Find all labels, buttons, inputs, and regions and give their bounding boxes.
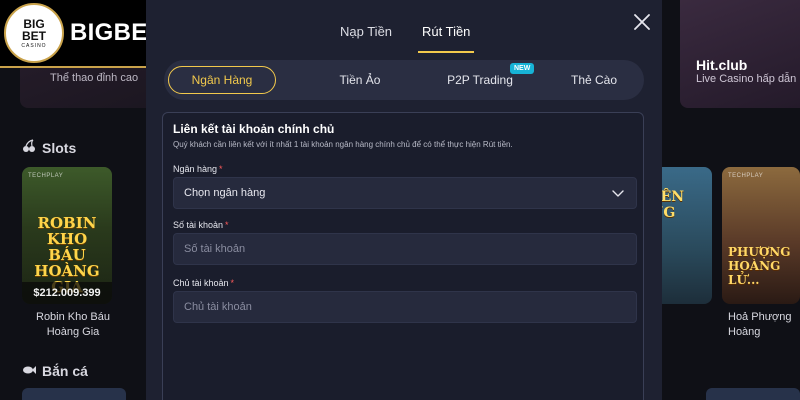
account-holder-field-wrap bbox=[173, 291, 637, 323]
section-title-slots: Slots bbox=[22, 139, 76, 156]
required-mark: * bbox=[230, 278, 235, 288]
bg-card-hitclub-title: Hit.club bbox=[696, 57, 748, 73]
account-number-field-wrap bbox=[173, 233, 637, 265]
fish-icon bbox=[22, 364, 36, 379]
ban-ca-tile[interactable] bbox=[22, 388, 126, 400]
bg-card-sports-subtitle: Thể thao đỉnh cao bbox=[50, 72, 139, 84]
account-number-label: Số tài khoản * bbox=[173, 220, 229, 230]
logo-badge-line1: BIG bbox=[23, 16, 45, 31]
account-holder-label: Chủ tài khoản * bbox=[173, 278, 234, 288]
section-title-ban-ca: Bắn cá bbox=[22, 363, 88, 379]
section-title-ban-ca-label: Bắn cá bbox=[42, 363, 88, 379]
main-tabs: Nạp Tiền Rút Tiền bbox=[146, 24, 662, 53]
section-title-slots-label: Slots bbox=[42, 139, 77, 156]
form-title: Liên kết tài khoản chính chủ bbox=[173, 122, 335, 136]
bank-label-text: Ngân hàng bbox=[173, 164, 218, 174]
cherry-icon bbox=[22, 139, 36, 156]
game-provider-label: TECHPLAY bbox=[728, 173, 764, 179]
new-badge: NEW bbox=[510, 63, 535, 74]
ban-ca-tile[interactable] bbox=[706, 388, 800, 400]
bank-select-value: Chọn ngân hàng bbox=[184, 187, 266, 199]
tab-the-cao[interactable]: Thẻ Cào bbox=[544, 66, 644, 94]
tab-ngan-hang[interactable]: Ngân Hàng bbox=[168, 66, 276, 94]
bg-card-hitclub[interactable]: Hit.club Live Casino hấp dẫn bbox=[680, 0, 800, 108]
required-mark: * bbox=[219, 164, 223, 174]
game-provider-label: TECHPLAY bbox=[28, 173, 64, 179]
chevron-down-icon bbox=[612, 190, 624, 197]
logo-badge: BIG BET CASINO bbox=[4, 3, 64, 63]
form-description: Quý khách cần liên kết với ít nhất 1 tài… bbox=[173, 140, 513, 149]
game-name-robin: Robin Kho Báu Hoàng Gia bbox=[36, 311, 110, 338]
bank-select[interactable]: Chọn ngân hàng bbox=[173, 177, 637, 209]
bg-card-hitclub-subtitle: Live Casino hấp dẫn bbox=[696, 73, 797, 85]
account-holder-input[interactable] bbox=[184, 292, 636, 322]
tab-rut-tien[interactable]: Rút Tiền bbox=[417, 24, 475, 53]
game-art-text: PHƯỢNG HOÀNG LỬ... bbox=[728, 245, 791, 287]
tab-nap-tien[interactable]: Nạp Tiền bbox=[340, 24, 392, 50]
game-tile-phuong-hoang[interactable]: TECHPLAY PHƯỢNG HOÀNG LỬ... bbox=[722, 167, 800, 304]
logo-badge-line2: BET bbox=[22, 28, 46, 43]
method-tabs: Ngân Hàng Tiền Ảo P2P Trading NEW Thẻ Cà… bbox=[164, 60, 644, 100]
logo-badge-line3: CASINO bbox=[21, 42, 47, 49]
withdraw-modal: Nạp Tiền Rút Tiền Ngân Hàng Tiền Ảo P2P … bbox=[146, 0, 662, 400]
required-mark: * bbox=[225, 220, 229, 230]
tab-tien-ao[interactable]: Tiền Ảo bbox=[310, 66, 410, 94]
game-tile-robin[interactable]: TECHPLAY ROBIN KHO BÁU HOÀNG GIA $212.00… bbox=[22, 167, 112, 304]
account-number-input[interactable] bbox=[184, 234, 636, 264]
account-holder-label-text: Chủ tài khoản bbox=[173, 278, 229, 288]
account-number-label-text: Số tài khoản bbox=[173, 220, 224, 230]
game-name-phuong-hoang: Hoả Phượng Hoàng bbox=[728, 311, 792, 338]
game-jackpot: $212.009.399 bbox=[22, 282, 112, 304]
bank-link-form: Liên kết tài khoản chính chủ Quý khách c… bbox=[162, 112, 644, 400]
bank-label: Ngân hàng * bbox=[173, 164, 223, 174]
